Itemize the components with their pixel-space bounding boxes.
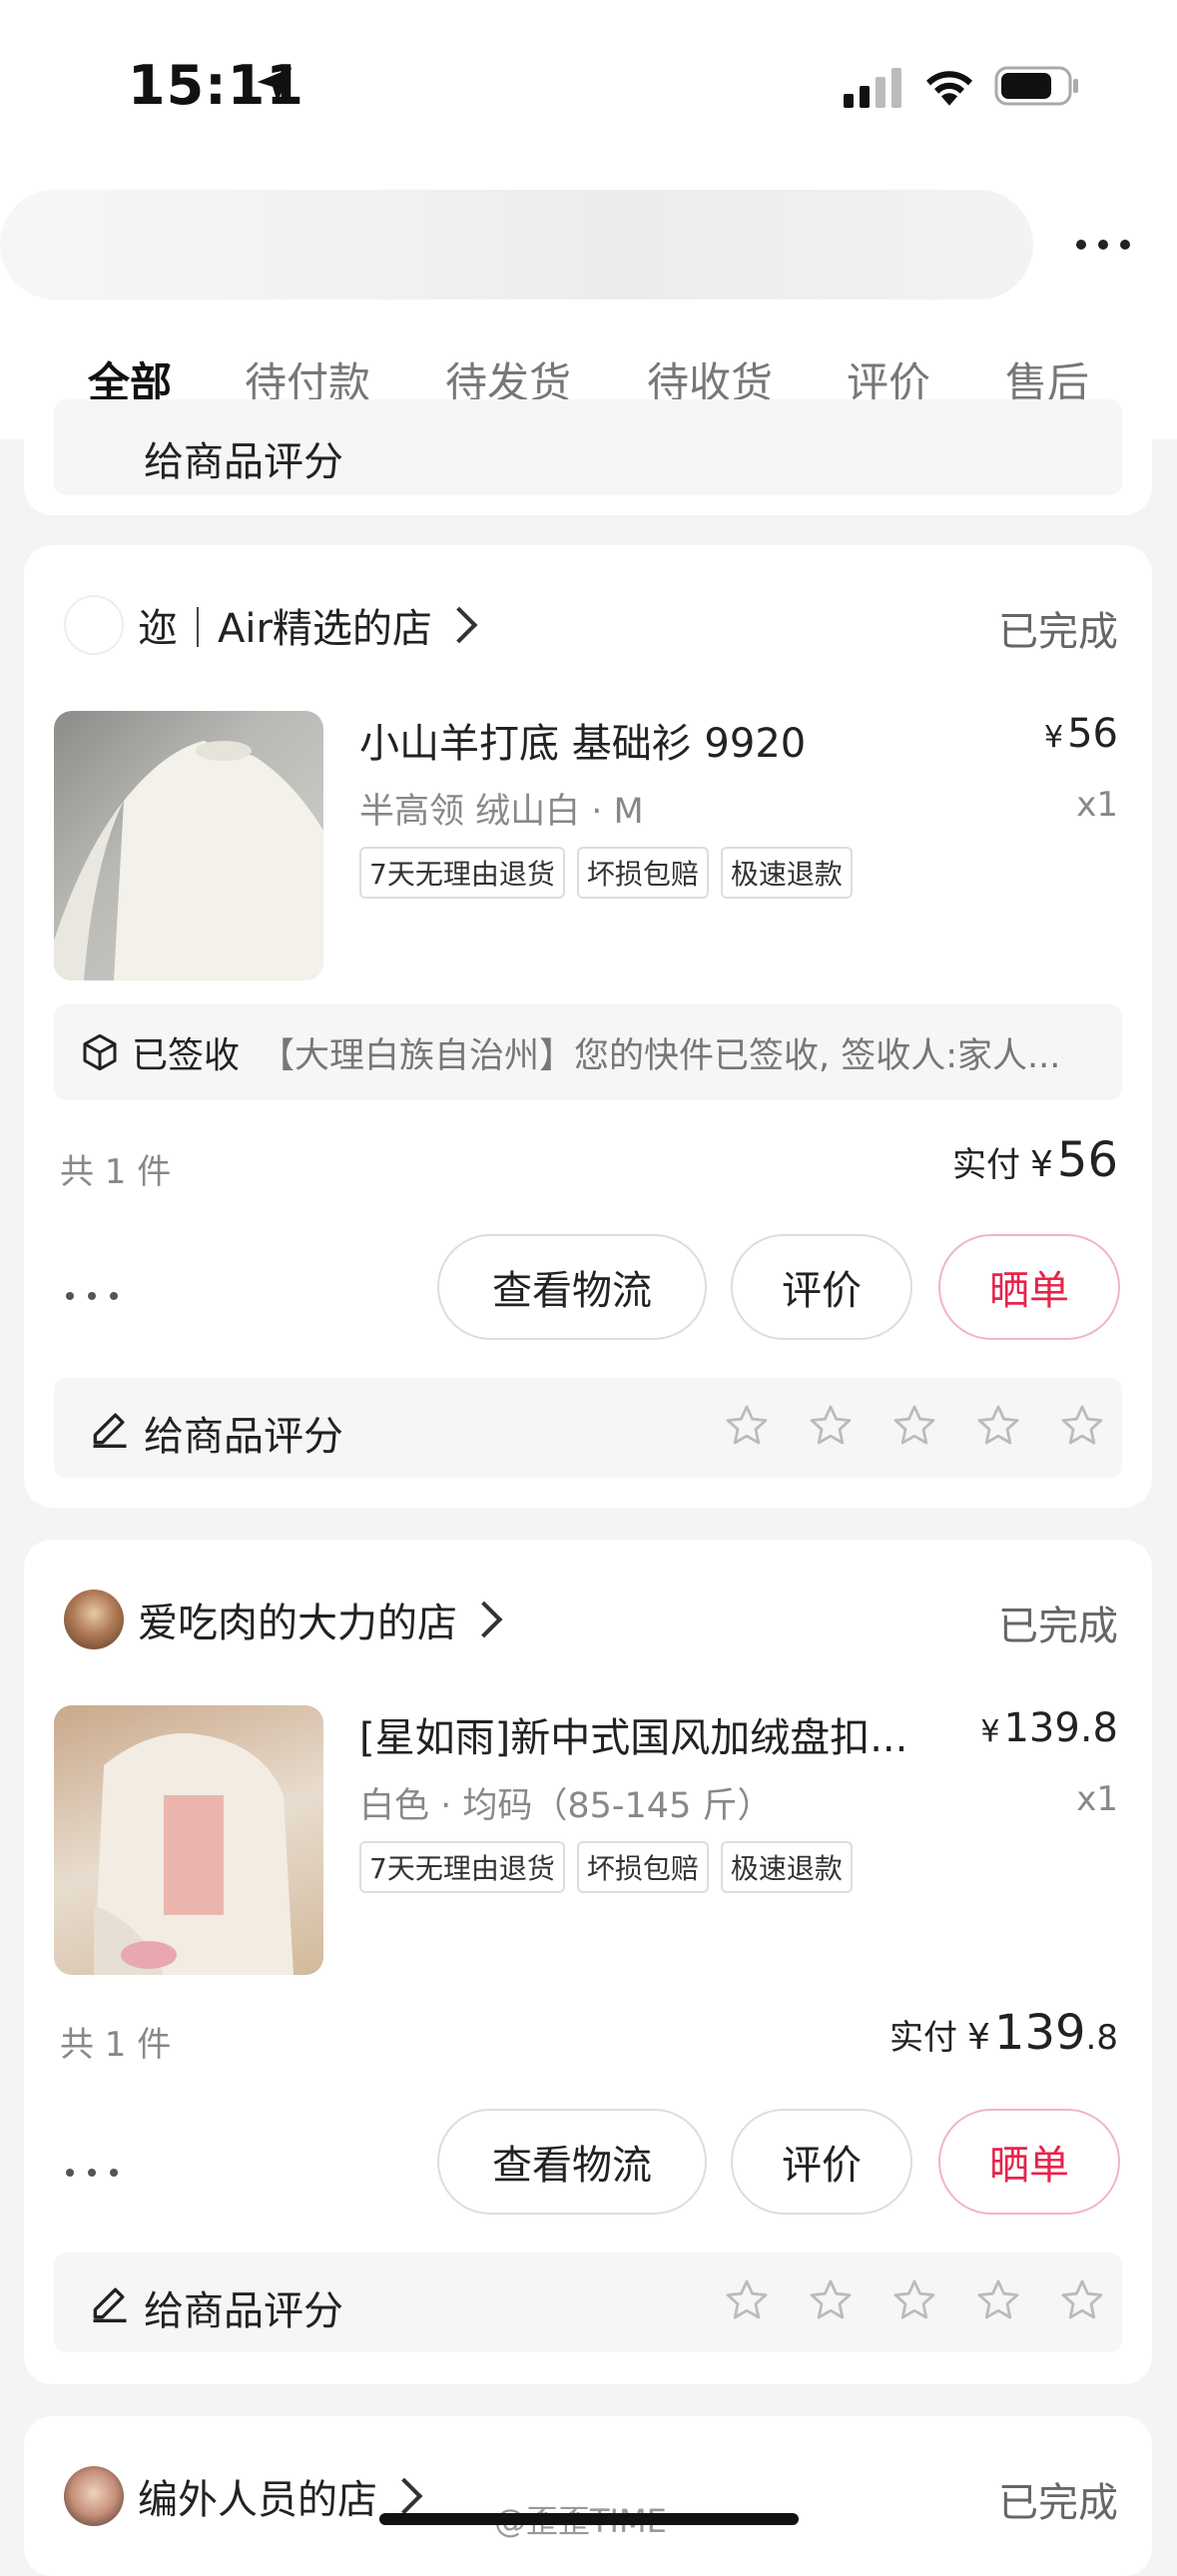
view-logistics-button[interactable]: 查看物流 [437, 2109, 707, 2215]
shop-name: 编外人员的店 [138, 2477, 377, 2523]
star-rating[interactable] [723, 2276, 1106, 2324]
wifi-icon [926, 71, 972, 106]
product-price: ¥56 [1044, 711, 1118, 757]
order-card: 迩｜Air精选的店 已完成 小山羊打底 基础衫 9920 ¥56 半高领 绒山白… [24, 545, 1152, 1508]
star-rating[interactable] [723, 1402, 1106, 1450]
order-status: 已完成 [998, 1604, 1118, 1649]
shop-header[interactable]: 迩｜Air精选的店 [64, 595, 478, 655]
tag-fast-refund: 极速退款 [720, 847, 853, 899]
product-title[interactable]: 小山羊打底 基础衫 9920 [359, 711, 918, 769]
share-order-button[interactable]: 晒单 [938, 2109, 1120, 2215]
star-icon[interactable] [807, 2276, 855, 2324]
star-icon[interactable] [1058, 1402, 1106, 1450]
shop-header[interactable]: 编外人员的店 [64, 2466, 423, 2526]
star-icon[interactable] [890, 1402, 938, 1450]
rate-row-partial[interactable]: 给商品评分 [54, 399, 1122, 495]
shop-name: 爱吃肉的大力的店 [138, 1601, 457, 1646]
sweater-image [54, 741, 323, 980]
product-title[interactable]: [星如雨]新中式国风加绒盘扣... [359, 1705, 958, 1763]
paid-amount: 实付 ¥ 56 [952, 1132, 1118, 1188]
chevron-right-icon [465, 1601, 503, 1638]
star-icon[interactable] [974, 2276, 1022, 2324]
jacket-image [94, 1733, 294, 1975]
shop-avatar [64, 595, 124, 655]
service-tags: 7天无理由退货 坏损包赔 极速退款 [359, 847, 853, 899]
shop-name: 迩｜Air精选的店 [138, 606, 432, 652]
shop-avatar [64, 2466, 124, 2526]
product-spec: 半高领 绒山白 · M [359, 792, 644, 832]
order-status: 已完成 [998, 609, 1118, 655]
tag-fast-refund: 极速退款 [720, 1841, 853, 1893]
tag-return-7days: 7天无理由退货 [359, 1841, 565, 1893]
more-actions-icon[interactable] [64, 1286, 124, 1306]
product-thumbnail[interactable] [54, 711, 323, 980]
paid-amount: 实付 ¥ 139 .8 [889, 2005, 1118, 2061]
star-icon[interactable] [1058, 2276, 1106, 2324]
rate-label: 给商品评分 [144, 1414, 343, 1460]
status-bar: 15:11 [0, 0, 1177, 160]
rate-product-row[interactable]: 给商品评分 [54, 1378, 1122, 1478]
service-tags: 7天无理由退货 坏损包赔 极速退款 [359, 1841, 853, 1893]
logistics-row[interactable]: 已签收 【大理白族自治州】您的快件已签收, 签收人:家人... [54, 1004, 1122, 1100]
more-actions-icon[interactable] [64, 2163, 124, 2183]
item-count: 共 1 件 [60, 2025, 172, 2065]
package-icon [83, 1033, 117, 1071]
rate-label: 给商品评分 [144, 439, 343, 485]
tag-damage-compensation: 坏损包赔 [576, 1841, 709, 1893]
rate-label: 给商品评分 [144, 2288, 343, 2334]
battery-icon [994, 66, 1078, 106]
star-icon[interactable] [723, 1402, 771, 1450]
star-icon[interactable] [890, 2276, 938, 2324]
chevron-right-icon [385, 2477, 423, 2515]
more-options-icon[interactable] [1073, 225, 1133, 265]
star-icon[interactable] [974, 1402, 1022, 1450]
order-card-partial: 给商品评分 [24, 399, 1152, 515]
review-button[interactable]: 评价 [731, 2109, 912, 2215]
order-card: 爱吃肉的大力的店 已完成 [星如雨]新中式国风加绒盘扣... ¥139.8 白色… [24, 1540, 1152, 2384]
review-button[interactable]: 评价 [731, 1234, 912, 1340]
cellular-signal-icon [844, 68, 901, 108]
home-indicator [379, 2513, 799, 2525]
product-thumbnail[interactable] [54, 1705, 323, 1975]
tag-damage-compensation: 坏损包赔 [576, 847, 709, 899]
star-icon[interactable] [723, 2276, 771, 2324]
product-qty: x1 [1076, 785, 1118, 825]
product-spec: 白色 · 均码（85-145 斤） [359, 1786, 773, 1826]
order-status: 已完成 [998, 2480, 1118, 2526]
pen-icon [93, 1413, 127, 1448]
tag-return-7days: 7天无理由退货 [359, 847, 565, 899]
star-icon[interactable] [807, 1402, 855, 1450]
view-logistics-button[interactable]: 查看物流 [437, 1234, 707, 1340]
rate-product-row[interactable]: 给商品评分 [54, 2253, 1122, 2352]
search-bar[interactable] [0, 190, 1033, 300]
logistics-status: 已签收 [132, 1035, 241, 1076]
share-order-button[interactable]: 晒单 [938, 1234, 1120, 1340]
logistics-text: 【大理白族自治州】您的快件已签收, 签收人:家人... [260, 1035, 1061, 1076]
shop-header[interactable]: 爱吃肉的大力的店 [64, 1590, 503, 1649]
product-qty: x1 [1076, 1779, 1118, 1819]
location-arrow-icon [257, 67, 293, 103]
chevron-right-icon [440, 606, 478, 644]
item-count: 共 1 件 [60, 1152, 172, 1192]
pen-icon [93, 2287, 127, 2322]
shop-avatar [64, 1590, 124, 1649]
product-price: ¥139.8 [980, 1705, 1118, 1751]
